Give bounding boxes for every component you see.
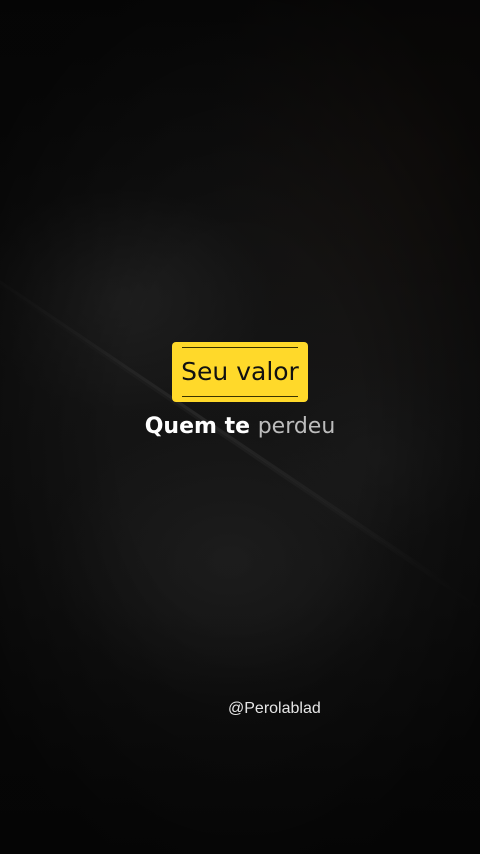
video-frame: Seu valor Quem te perdeu @Perolablad: [0, 0, 480, 854]
subtitle-main-text: Quem te: [144, 414, 251, 439]
highlight-caption-text: Seu valor: [181, 357, 299, 386]
watermark-handle: @Perolablad: [228, 700, 321, 717]
subtitle-caption: Quem te perdeu: [0, 412, 480, 442]
caption-top-rule: [182, 347, 298, 348]
subtitle-faded-text: perdeu: [257, 414, 336, 439]
highlight-caption-box: Seu valor: [172, 342, 308, 402]
caption-bottom-rule: [182, 396, 298, 397]
